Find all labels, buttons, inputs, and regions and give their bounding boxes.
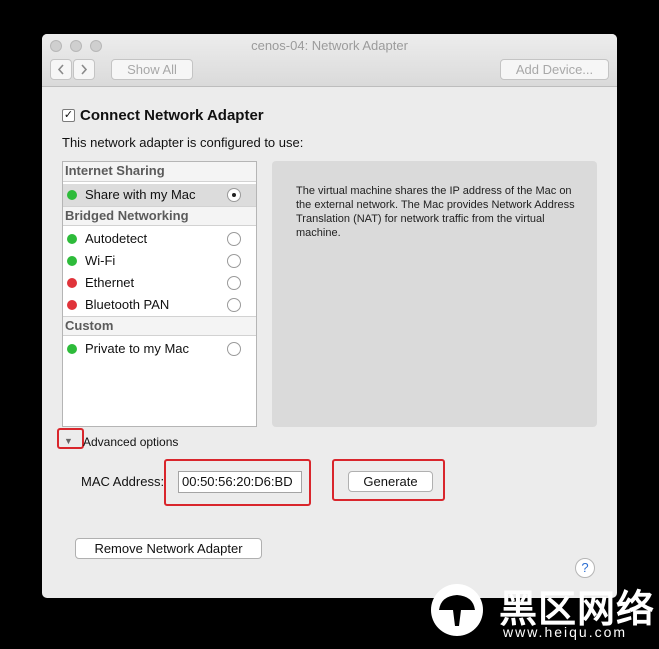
mushroom-logo-icon xyxy=(431,584,483,636)
add-device-button[interactable]: Add Device... xyxy=(500,59,609,80)
mac-address-field[interactable]: 00:50:56:20:D6:BD xyxy=(178,471,302,493)
list-item-share-with-my-mac[interactable]: Share with my Mac xyxy=(63,184,256,206)
list-item-ethernet[interactable]: Ethernet xyxy=(63,272,256,294)
radio-ethernet[interactable] xyxy=(227,276,241,290)
item-label: Wi-Fi xyxy=(85,253,116,268)
item-label: Private to my Mac xyxy=(85,341,190,356)
mac-address-label: MAC Address: xyxy=(81,474,165,489)
disclosure-triangle-icon[interactable]: ▼ xyxy=(64,436,73,446)
radio-bluetooth-pan[interactable] xyxy=(227,298,241,312)
item-label: Ethernet xyxy=(85,275,135,290)
window-title: cenos-04: Network Adapter xyxy=(251,38,408,53)
radio-share-with-my-mac[interactable] xyxy=(227,188,241,202)
watermark-logo: 黑区网络 www.heiqu.com xyxy=(425,578,659,649)
status-dot-icon xyxy=(67,190,77,200)
show-all-button[interactable]: Show All xyxy=(111,59,193,80)
radio-private-to-my-mac[interactable] xyxy=(227,342,241,356)
group-header-custom: Custom xyxy=(63,316,256,336)
status-dot-icon xyxy=(67,278,77,288)
radio-autodetect[interactable] xyxy=(227,232,241,246)
status-dot-icon xyxy=(67,344,77,354)
connect-adapter-label: Connect Network Adapter xyxy=(80,106,264,124)
list-item-bluetooth-pan[interactable]: Bluetooth PAN xyxy=(63,294,256,316)
forward-button[interactable] xyxy=(73,59,95,80)
status-dot-icon xyxy=(67,300,77,310)
configured-to-use-text: This network adapter is configured to us… xyxy=(62,135,304,150)
item-label: Autodetect xyxy=(85,231,148,246)
connect-adapter-checkbox[interactable]: ✓ xyxy=(62,108,75,122)
list-item-private-to-my-mac[interactable]: Private to my Mac xyxy=(63,338,256,360)
description-panel: The virtual machine shares the IP addres… xyxy=(272,161,597,427)
status-dot-icon xyxy=(67,234,77,244)
help-button[interactable]: ? xyxy=(575,558,595,578)
description-text: The virtual machine shares the IP addres… xyxy=(296,185,575,239)
settings-content: ✓ Connect Network Adapter This network a… xyxy=(42,87,617,598)
item-label: Bluetooth PAN xyxy=(85,297,170,312)
group-header-bridged-networking: Bridged Networking xyxy=(63,206,256,226)
generate-button[interactable]: Generate xyxy=(348,471,433,492)
remove-network-adapter-button[interactable]: Remove Network Adapter xyxy=(75,538,262,559)
back-button[interactable] xyxy=(50,59,72,80)
list-item-wifi[interactable]: Wi-Fi xyxy=(63,250,256,272)
radio-wifi[interactable] xyxy=(227,254,241,268)
status-dot-icon xyxy=(67,256,77,266)
chevron-right-icon xyxy=(81,64,88,75)
group-header-internet-sharing: Internet Sharing xyxy=(63,162,256,182)
network-adapter-window: cenos-04: Network Adapter Show All Add D… xyxy=(42,34,617,598)
watermark-url: www.heiqu.com xyxy=(503,624,628,640)
advanced-options-label[interactable]: Advanced options xyxy=(83,435,178,449)
chevron-left-icon xyxy=(57,64,64,75)
title-bar: cenos-04: Network Adapter Show All Add D… xyxy=(42,34,617,87)
item-label: Share with my Mac xyxy=(85,187,196,202)
connect-adapter-row[interactable]: ✓ Connect Network Adapter xyxy=(62,106,264,124)
network-type-list: Internet Sharing Share with my Mac Bridg… xyxy=(62,161,257,427)
list-item-autodetect[interactable]: Autodetect xyxy=(63,228,256,250)
